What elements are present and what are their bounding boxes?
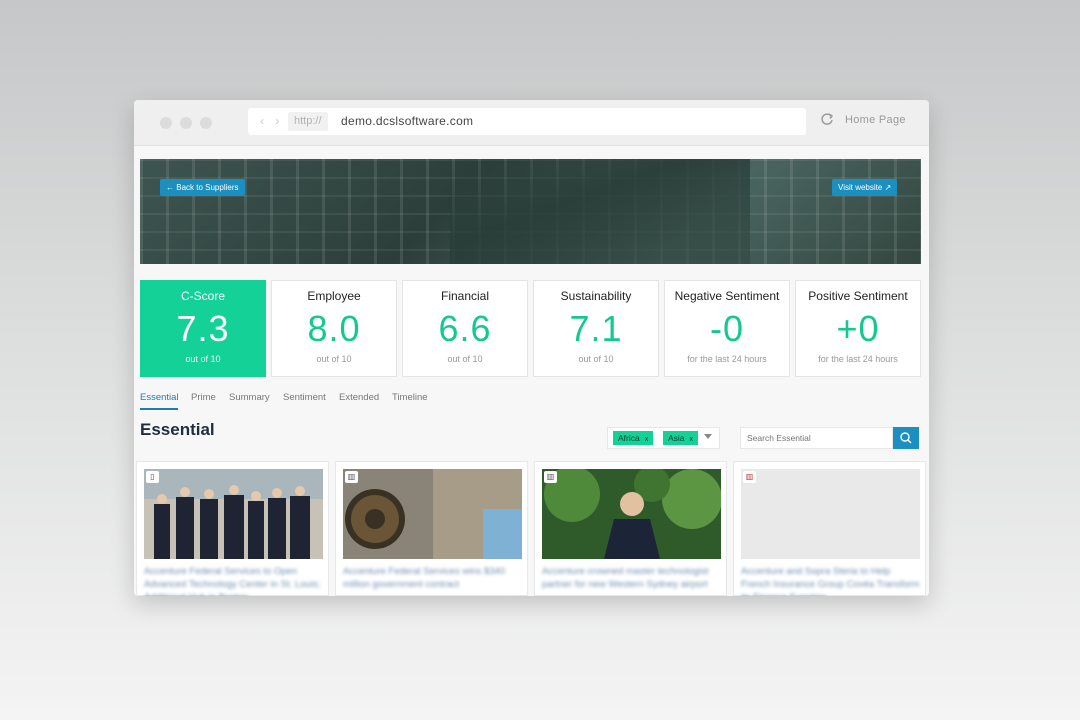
window-close-dot[interactable] <box>160 117 172 129</box>
score-label: Sustainability <box>560 289 632 303</box>
url-text[interactable]: demo.dcslsoftware.com <box>341 114 473 128</box>
score-value: 6.6 <box>438 308 492 349</box>
section-title: Essential <box>140 420 215 439</box>
tab-prime[interactable]: Prime <box>191 392 216 403</box>
search-button[interactable] <box>893 427 919 449</box>
score-sub: out of 10 <box>185 354 221 364</box>
news-card-image-placeholder <box>741 469 920 559</box>
search-icon <box>900 432 912 444</box>
news-card[interactable]: ▥ Accenture and Sopra Steria to Help Fre… <box>733 461 926 596</box>
score-value: 7.1 <box>569 308 623 349</box>
hero-image-shade <box>450 159 750 264</box>
tab-essential[interactable]: Essential <box>140 392 179 403</box>
window-minimize-dot[interactable] <box>180 117 192 129</box>
news-card-title[interactable]: Accenture crowned master technologist pa… <box>542 565 722 591</box>
chip-remove-icon[interactable]: x <box>690 436 694 443</box>
news-card-title[interactable]: Accenture Federal Services wins $340 mil… <box>343 565 523 591</box>
visit-website-label: Visit website <box>838 183 883 192</box>
score-card-positive-sentiment: Positive Sentiment +0 for the last 24 ho… <box>795 280 921 377</box>
tab-summary[interactable]: Summary <box>229 392 270 403</box>
score-label: C-Score <box>180 289 225 303</box>
chip-remove-icon[interactable]: x <box>645 436 649 443</box>
news-card-image <box>343 469 522 559</box>
score-label: Negative Sentiment <box>674 289 780 303</box>
chart-icon: ▥ <box>345 471 358 483</box>
people-group-image <box>144 469 323 559</box>
score-card-financial: Financial 6.6 out of 10 <box>402 280 528 377</box>
tab-sentiment[interactable]: Sentiment <box>283 392 326 403</box>
search-input[interactable] <box>740 427 893 449</box>
score-label: Financial <box>440 289 490 303</box>
score-value: +0 <box>836 308 880 349</box>
score-sub: out of 10 <box>447 354 483 364</box>
building-icon: ▯ <box>146 471 159 483</box>
reload-icon[interactable] <box>820 112 834 126</box>
score-card-sustainability: Sustainability 7.1 out of 10 <box>533 280 659 377</box>
score-card-negative-sentiment: Negative Sentiment -0 for the last 24 ho… <box>664 280 790 377</box>
browser-chrome: ‹ › http:// demo.dcslsoftware.com Home P… <box>134 100 929 146</box>
news-card-image <box>542 469 721 559</box>
score-card-employee: Employee 8.0 out of 10 <box>271 280 397 377</box>
chart-icon: ▥ <box>544 471 557 483</box>
home-page-link[interactable]: Home Page <box>845 114 906 126</box>
score-sub: out of 10 <box>316 354 352 364</box>
window-maximize-dot[interactable] <box>200 117 212 129</box>
score-label: Positive Sentiment <box>808 289 908 303</box>
active-tab-indicator <box>140 408 178 410</box>
news-card[interactable]: ▯ Accenture Federal Services to Open Adv… <box>136 461 329 596</box>
tab-extended[interactable]: Extended <box>339 392 379 403</box>
back-to-suppliers-button[interactable]: ← Back to Suppliers <box>160 179 245 196</box>
score-value: 8.0 <box>307 308 361 349</box>
nav-arrows-icon[interactable]: ‹ › <box>260 114 283 128</box>
seal-image <box>343 469 522 559</box>
chevron-down-icon[interactable] <box>704 434 712 439</box>
filter-chip-asia[interactable]: Asia x <box>663 431 699 445</box>
browser-window: ‹ › http:// demo.dcslsoftware.com Home P… <box>134 100 929 596</box>
score-label: Employee <box>307 289 361 303</box>
score-value: -0 <box>709 308 744 349</box>
page-content: ← Back to Suppliers Visit website ↗ C-Sc… <box>134 146 929 596</box>
news-card-title[interactable]: Accenture Federal Services to Open Advan… <box>144 565 324 596</box>
score-card-c-score: C-Score 7.3 out of 10 <box>140 280 266 377</box>
filter-chip-label: Asia <box>668 433 685 443</box>
chart-icon: ▥ <box>743 471 756 483</box>
region-filter-select[interactable]: Africa x Asia x <box>607 427 720 449</box>
visit-website-button[interactable]: Visit website ↗ <box>832 179 898 196</box>
external-link-icon: ↗ <box>884 183 892 192</box>
filter-chip-africa[interactable]: Africa x <box>613 431 654 445</box>
hero-banner: ← Back to Suppliers Visit website ↗ <box>140 159 921 264</box>
filter-chip-label: Africa <box>618 433 640 443</box>
address-bar[interactable]: ‹ › http:// demo.dcslsoftware.com <box>248 108 806 135</box>
score-sub: out of 10 <box>578 354 614 364</box>
protocol-label: http:// <box>288 112 328 131</box>
news-card-image <box>144 469 323 559</box>
portrait-image <box>542 469 721 559</box>
news-card[interactable]: ▥ Accenture crowned master technologist … <box>534 461 727 596</box>
score-sub: for the last 24 hours <box>687 354 767 364</box>
arrow-left-icon: ← <box>166 183 174 192</box>
score-value: 7.3 <box>176 308 230 349</box>
score-sub: for the last 24 hours <box>818 354 898 364</box>
tab-timeline[interactable]: Timeline <box>392 392 428 403</box>
back-to-suppliers-label: Back to Suppliers <box>176 183 239 192</box>
news-card[interactable]: ▥ Accenture Federal Services wins $340 m… <box>335 461 528 596</box>
news-card-title[interactable]: Accenture and Sopra Steria to Help Frenc… <box>741 565 921 596</box>
